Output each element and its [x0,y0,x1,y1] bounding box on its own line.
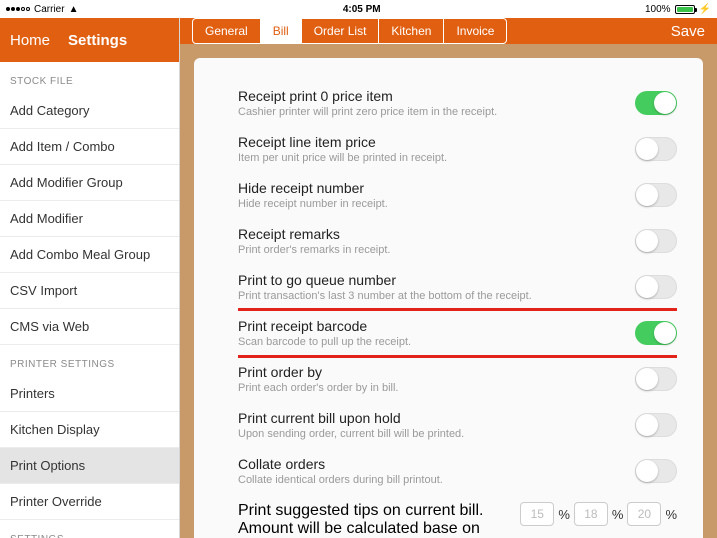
segmented-tabs: GeneralBillOrder ListKitchenInvoice [192,18,507,44]
wifi-icon: ▲ [69,4,79,15]
setting-title: Print to go queue number [238,272,532,288]
main-area: GeneralBillOrder ListKitchenInvoice Save… [180,18,717,538]
setting-subtitle: Print transaction's last 3 number at the… [238,290,532,302]
main-header: GeneralBillOrder ListKitchenInvoice Save [180,18,717,44]
toggle[interactable] [635,91,677,115]
battery-icon [675,5,695,14]
percent-label: % [558,507,570,522]
setting-row: Print current bill upon hold Upon sending… [238,404,677,450]
setting-title: Print current bill upon hold [238,410,464,426]
setting-row: Hide receipt number Hide receipt number i… [238,174,677,220]
setting-subtitle: Item per unit price will be printed in r… [238,152,447,164]
sidebar-item[interactable]: Printer Override [0,484,179,520]
sidebar-item[interactable]: Add Modifier Group [0,165,179,201]
settings-panel: Receipt print 0 price item Cashier printe… [194,58,703,538]
sidebar-item[interactable]: CSV Import [0,273,179,309]
sidebar-section-header: STOCK FILE [0,62,179,93]
setting-subtitle: Hide receipt number in receipt. [238,198,388,210]
signal-icon [6,7,30,11]
setting-subtitle: Upon sending order, current bill will be… [238,428,464,440]
sidebar-item[interactable]: Print Options [0,448,179,484]
home-button[interactable]: Home [10,32,50,49]
setting-row: Print receipt barcode Scan barcode to pul… [238,312,677,358]
sidebar: Home Settings STOCK FILEAdd CategoryAdd … [0,18,180,538]
setting-row-tips: Print suggested tips on current bill.Amo… [238,496,677,538]
setting-title: Collate orders [238,456,443,472]
sidebar-item[interactable]: CMS via Web [0,309,179,345]
setting-subtitle: Cashier printer will print zero price it… [238,106,497,118]
sidebar-item[interactable]: Add Category [0,93,179,129]
carrier-label: Carrier [34,4,65,15]
toggle[interactable] [635,275,677,299]
setting-row: Receipt remarks Print order's remarks in … [238,220,677,266]
setting-subtitle: Print each order's order by in bill. [238,382,398,394]
tip-input[interactable]: 20 [627,502,661,526]
sidebar-title: Settings [68,32,127,49]
setting-title: Receipt remarks [238,226,390,242]
percent-label: % [612,507,624,522]
sidebar-item[interactable]: Kitchen Display [0,412,179,448]
tip-input[interactable]: 18 [574,502,608,526]
setting-title: Print order by [238,364,398,380]
toggle[interactable] [635,367,677,391]
setting-title: Receipt line item price [238,134,447,150]
sidebar-header: Home Settings [0,18,179,62]
tab-kitchen[interactable]: Kitchen [379,19,444,43]
status-bar: Carrier ▲ 4:05 PM 100% ⚡ [0,0,717,18]
tab-invoice[interactable]: Invoice [444,19,506,43]
setting-row: Collate orders Collate identical orders d… [238,450,677,496]
sidebar-section-header: PRINTER SETTINGS [0,345,179,376]
save-button[interactable]: Save [671,23,705,40]
tab-general[interactable]: General [193,19,261,43]
setting-subtitle: Collate identical orders during bill pri… [238,474,443,486]
toggle[interactable] [635,137,677,161]
sidebar-item[interactable]: Add Modifier [0,201,179,237]
setting-row: Receipt line item price Item per unit pri… [238,128,677,174]
toggle[interactable] [635,229,677,253]
setting-subtitle: Scan barcode to pull up the receipt. [238,336,411,348]
toggle[interactable] [635,413,677,437]
toggle[interactable] [635,321,677,345]
tip-input[interactable]: 15 [520,502,554,526]
setting-row: Print to go queue number Print transactio… [238,266,677,312]
battery-percent: 100% [645,4,671,15]
setting-title: Print receipt barcode [238,318,411,334]
setting-row: Receipt print 0 price item Cashier printe… [238,82,677,128]
setting-row: Print order by Print each order's order b… [238,358,677,404]
setting-subtitle: Print order's remarks in receipt. [238,244,390,256]
tab-order-list[interactable]: Order List [302,19,380,43]
setting-subtitle: Amount will be calculated base on subtot… [238,520,520,538]
charging-icon: ⚡ [699,4,711,15]
setting-title: Print suggested tips on current bill. [238,502,520,520]
clock: 4:05 PM [343,4,381,15]
sidebar-item[interactable]: Printers [0,376,179,412]
sidebar-item[interactable]: Add Item / Combo [0,129,179,165]
sidebar-item[interactable]: Add Combo Meal Group [0,237,179,273]
tab-bill[interactable]: Bill [261,19,302,43]
sidebar-section-header: SETTINGS [0,520,179,538]
setting-title: Hide receipt number [238,180,388,196]
percent-label: % [665,507,677,522]
toggle[interactable] [635,459,677,483]
toggle[interactable] [635,183,677,207]
setting-title: Receipt print 0 price item [238,88,497,104]
